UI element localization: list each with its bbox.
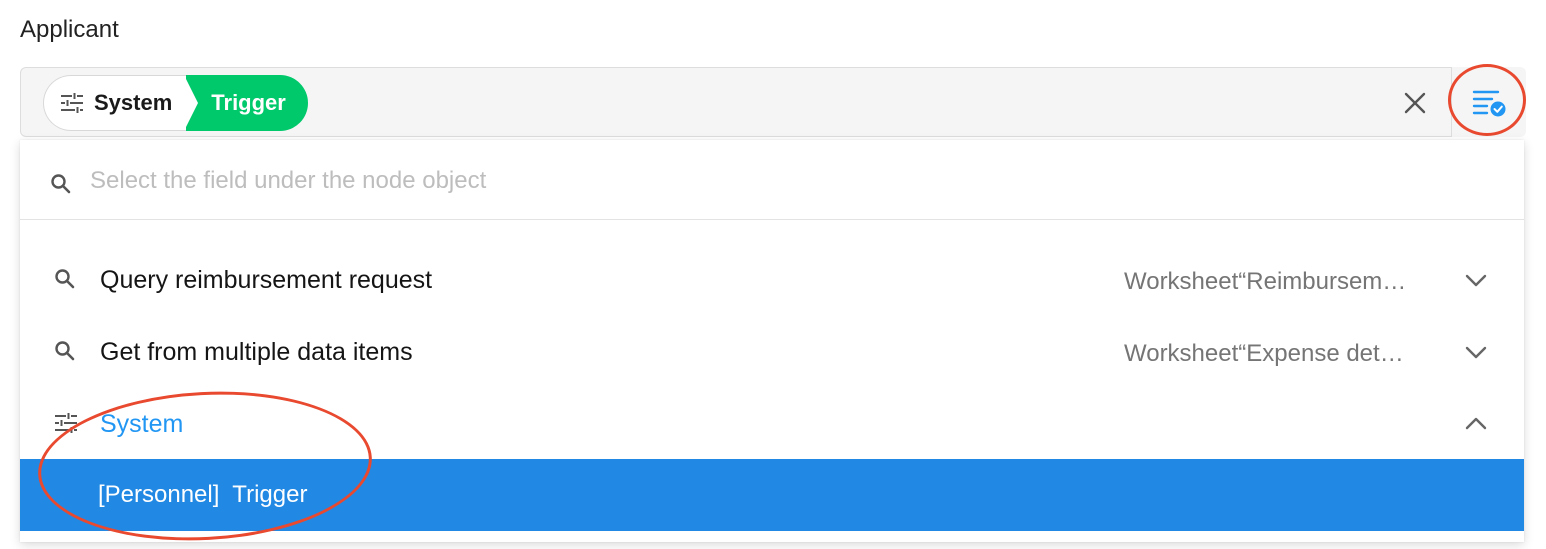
group-name: System bbox=[100, 410, 184, 438]
search-icon bbox=[54, 340, 76, 362]
field-selector[interactable]: System Trigger bbox=[20, 67, 1526, 137]
field-label: Applicant bbox=[20, 16, 119, 43]
tag-node-label: System bbox=[94, 90, 173, 115]
field-dropdown: Query reimbursement request Worksheet“Re… bbox=[20, 140, 1524, 542]
search-input[interactable] bbox=[88, 162, 1472, 200]
group-source: Worksheet“Reimbursement request” bbox=[1124, 268, 1416, 295]
search-icon bbox=[54, 268, 76, 290]
group-row-system[interactable]: System bbox=[20, 388, 1524, 460]
chevron-down-icon[interactable] bbox=[1464, 340, 1488, 364]
selected-field-tag[interactable]: System Trigger bbox=[43, 75, 308, 131]
search-icon bbox=[50, 173, 72, 195]
group-row-query-reimbursement[interactable]: Query reimbursement request Worksheet“Re… bbox=[20, 244, 1524, 316]
chevron-up-icon[interactable] bbox=[1464, 412, 1488, 436]
close-icon bbox=[1404, 92, 1426, 114]
tag-node-part: System bbox=[43, 75, 187, 131]
field-list-check-icon bbox=[1472, 87, 1506, 117]
group-row-multiple-data-items[interactable]: Get from multiple data items Worksheet“E… bbox=[20, 316, 1524, 388]
sliders-icon bbox=[54, 412, 78, 434]
sliders-icon bbox=[60, 92, 84, 114]
clear-button[interactable] bbox=[1399, 87, 1431, 119]
tag-field-part: Trigger bbox=[184, 75, 308, 131]
group-source: Worksheet“Expense details” bbox=[1124, 340, 1416, 367]
option-personnel-trigger[interactable]: [Personnel] Trigger bbox=[20, 459, 1524, 531]
chevron-down-icon[interactable] bbox=[1464, 268, 1488, 292]
option-label: [Personnel] Trigger bbox=[98, 481, 308, 508]
group-name: Get from multiple data items bbox=[100, 338, 413, 366]
group-name: Query reimbursement request bbox=[100, 266, 433, 294]
field-picker-button[interactable] bbox=[1451, 67, 1526, 137]
search-bar bbox=[20, 140, 1524, 220]
tag-field-label: Trigger bbox=[211, 90, 286, 115]
